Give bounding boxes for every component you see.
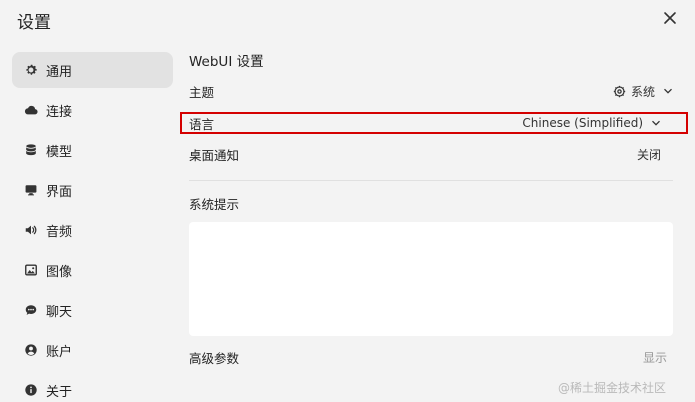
monitor-icon [24,183,38,197]
dialog-title: 设置 [17,13,51,33]
chat-icon [24,303,38,317]
settings-dialog: 设置 通用 连接 模型 界面 音频 图像 聊天 账户 关于 WebUI 设置 主… [0,0,695,402]
sidebar-item-label: 音频 [46,224,73,240]
advanced-toggle[interactable]: 显示 [643,349,667,366]
sidebar-item-label: 图像 [46,264,73,280]
sidebar-item-connection[interactable]: 连接 [12,92,173,128]
database-icon [24,143,38,157]
highlight-box [180,112,688,134]
speaker-icon [24,223,38,237]
notifications-row: 桌面通知 关闭 [189,143,673,165]
cloud-icon [24,103,38,117]
sidebar-item-account[interactable]: 账户 [12,332,173,368]
gear-icon [613,85,626,97]
chevron-down-icon [664,88,672,94]
advanced-label: 高级参数 [189,350,240,366]
sidebar-item-interface[interactable]: 界面 [12,172,173,208]
sidebar-item-models[interactable]: 模型 [12,132,173,168]
system-prompt-label: 系统提示 [189,196,240,212]
gear-icon [24,63,38,77]
sidebar-item-label: 界面 [46,184,73,200]
info-icon [24,383,38,397]
sidebar-item-label: 通用 [46,64,73,80]
divider [189,180,673,181]
sidebar-item-label: 连接 [46,104,73,120]
theme-label: 主题 [189,84,215,100]
theme-value: 系统 [630,84,655,99]
sidebar-item-chat[interactable]: 聊天 [12,292,173,328]
sidebar-item-about[interactable]: 关于 [12,372,173,402]
user-icon [24,343,38,357]
image-icon [24,263,38,277]
sidebar-item-label: 聊天 [46,304,73,320]
section-title: WebUI 设置 [189,54,264,70]
sidebar-item-general[interactable]: 通用 [12,52,173,88]
sidebar-item-label: 模型 [46,144,73,160]
watermark: @稀土掘金技术社区 [558,381,667,395]
sidebar-item-images[interactable]: 图像 [12,252,173,288]
notifications-label: 桌面通知 [189,147,240,163]
notifications-toggle[interactable]: 关闭 [637,146,661,163]
theme-row: 主题 系统 [189,80,673,102]
sidebar: 通用 连接 模型 界面 音频 图像 聊天 账户 关于 [12,52,173,402]
close-icon [664,12,676,24]
sidebar-item-label: 账户 [46,344,73,360]
advanced-row: 高级参数 显示 [189,346,673,368]
sidebar-item-audio[interactable]: 音频 [12,212,173,248]
close-button[interactable] [660,8,680,28]
system-prompt-row: 系统提示 [189,192,673,214]
settings-content: WebUI 设置 [189,52,673,72]
theme-select[interactable]: 系统 [613,83,673,100]
system-prompt-input[interactable] [189,222,673,336]
sidebar-item-label: 关于 [46,384,73,400]
